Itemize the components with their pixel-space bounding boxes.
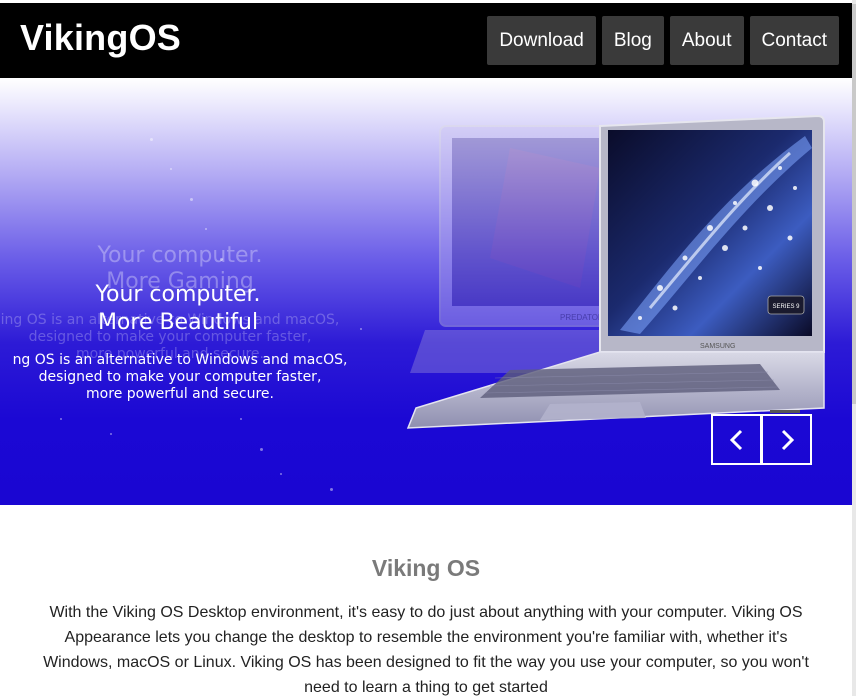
hero-description-line: ng OS is an alternative to Windows and m… xyxy=(12,352,348,368)
scrollbar-thumb[interactable] xyxy=(852,4,856,404)
sparkle-decoration xyxy=(360,328,362,330)
sparkle-decoration xyxy=(280,473,282,475)
sparkle-decoration xyxy=(150,138,153,141)
hero-description-line: designed to make your computer faster, xyxy=(38,369,322,385)
hero-ghost-title-line: Your computer. xyxy=(97,243,263,268)
sparkle-decoration xyxy=(60,418,62,420)
sparkle-decoration xyxy=(190,198,193,201)
section-title: Viking OS xyxy=(371,555,481,581)
section-body: With the Viking OS Desktop environment, … xyxy=(43,604,809,696)
hero-title-line: Your computer. xyxy=(95,282,261,307)
ghost-laptop-label: PREDATOR xyxy=(560,313,604,322)
about-section: Viking OS With the Viking OS Desktop env… xyxy=(0,505,852,696)
carousel-prev-button[interactable] xyxy=(711,414,762,465)
brand-logo[interactable]: VikingOS xyxy=(20,17,181,59)
sparkle-decoration xyxy=(170,168,172,170)
nav-about-button[interactable]: About xyxy=(669,16,744,65)
hero-title: Your computer. More Beautiful xyxy=(38,281,318,337)
carousel-next-button[interactable] xyxy=(761,414,812,465)
nav-contact-button[interactable]: Contact xyxy=(749,16,839,65)
hero-description-line: more powerful and secure. xyxy=(86,386,274,402)
nav-download-button[interactable]: Download xyxy=(487,16,596,65)
chevron-left-icon xyxy=(729,429,742,450)
nav-blog-button[interactable]: Blog xyxy=(601,16,664,65)
hero-carousel: Your computer. More Gaming ing OS is an … xyxy=(0,78,852,505)
navbar: VikingOS Download Blog About Contact xyxy=(0,3,852,78)
sparkle-decoration xyxy=(205,228,207,230)
sparkle-decoration xyxy=(260,448,263,451)
chevron-right-icon xyxy=(781,429,794,450)
hero-description: ng OS is an alternative to Windows and m… xyxy=(0,352,390,403)
sparkle-decoration xyxy=(110,433,112,435)
series9-badge: SERIES 9 xyxy=(767,295,805,315)
sparkle-decoration xyxy=(330,488,333,491)
hero-title-line: More Beautiful xyxy=(97,310,259,335)
sparkle-decoration xyxy=(240,418,242,420)
nav-menu: Download Blog About Contact xyxy=(487,16,839,65)
samsung-logo: SAMSUNG xyxy=(700,343,735,350)
series9-badge-text: SERIES 9 xyxy=(772,304,800,310)
laptop-image: PREDATOR SERIES 9 SAMSUNG xyxy=(406,114,825,429)
page-scrollbar[interactable] xyxy=(852,0,856,696)
